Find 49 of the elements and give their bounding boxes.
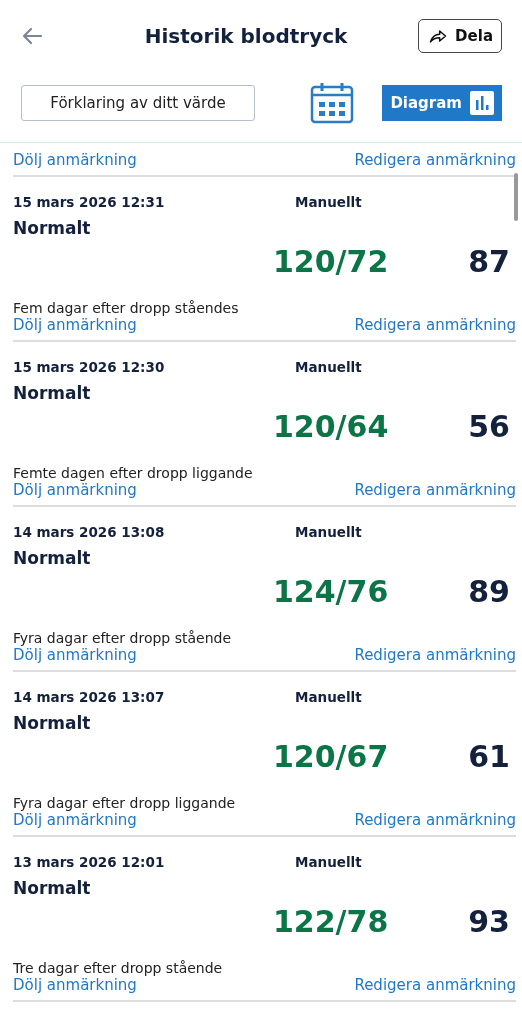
source-label: Manuellt (295, 524, 362, 540)
edit-note-link[interactable]: Redigera anmärkning (354, 481, 516, 499)
pulse-value: 89 (468, 574, 510, 609)
edit-note-link[interactable]: Redigera anmärkning (354, 151, 516, 169)
hide-note-link[interactable]: Dölj anmärkning (13, 646, 137, 664)
page-title: Historik blodtryck (143, 24, 349, 48)
pulse-value: 93 (468, 904, 510, 939)
source-label: Manuellt (295, 854, 362, 870)
note-text: Femte dagen efter dropp liggande (13, 465, 254, 481)
blood-pressure-value: 124/76 (272, 574, 389, 609)
hide-note-link[interactable]: Dölj anmärkning (13, 811, 137, 829)
explanation-button[interactable]: Förklaring av ditt värde (21, 85, 255, 121)
blood-pressure-value: 120/64 (272, 409, 389, 444)
status-label: Normalt (13, 383, 92, 403)
source-label: Manuellt (295, 359, 362, 375)
source-label: Manuellt (295, 689, 362, 705)
note-text: Fyra dagar efter dropp liggande (13, 795, 237, 811)
blood-pressure-value: 120/67 (272, 739, 389, 774)
measurement-date: 14 mars 2026 13:08 (13, 524, 166, 540)
blood-pressure-value: 122/78 (272, 904, 389, 939)
measurement-date: 15 mars 2026 12:30 (13, 359, 166, 375)
status-label: Normalt (13, 878, 92, 898)
hide-note-link[interactable]: Dölj anmärkning (13, 151, 137, 169)
measurement-date: 14 mars 2026 13:07 (13, 689, 166, 705)
hide-note-link[interactable]: Dölj anmärkning (13, 976, 137, 994)
edit-note-link[interactable]: Redigera anmärkning (354, 316, 516, 334)
note-text: Tre dagar efter dropp stående (13, 960, 224, 976)
diagram-button[interactable]: Diagram (382, 85, 502, 121)
calendar-icon[interactable] (310, 82, 355, 124)
hide-note-link[interactable]: Dölj anmärkning (13, 316, 137, 334)
edit-note-link[interactable]: Redigera anmärkning (354, 811, 516, 829)
pulse-value: 56 (468, 409, 510, 444)
hide-note-link[interactable]: Dölj anmärkning (13, 481, 137, 499)
bar-chart-icon (470, 91, 494, 115)
note-text: Fem dagar efter dropp ståendes (13, 300, 240, 316)
source-label: Manuellt (295, 194, 362, 210)
blood-pressure-value: 120/72 (272, 244, 389, 279)
status-label: Normalt (13, 218, 92, 238)
pulse-value: 87 (468, 244, 510, 279)
edit-note-link[interactable]: Redigera anmärkning (354, 646, 516, 664)
status-label: Normalt (13, 713, 92, 733)
edit-note-link[interactable]: Redigera anmärkning (354, 976, 516, 994)
status-label: Normalt (13, 548, 92, 568)
measurement-date: 15 mars 2026 12:31 (13, 194, 166, 210)
measurement-date: 13 mars 2026 12:01 (13, 854, 166, 870)
pulse-value: 61 (468, 739, 510, 774)
note-text: Fyra dagar efter dropp stående (13, 630, 233, 646)
share-button[interactable]: Dela (418, 19, 502, 53)
scrollbar[interactable] (514, 173, 518, 221)
